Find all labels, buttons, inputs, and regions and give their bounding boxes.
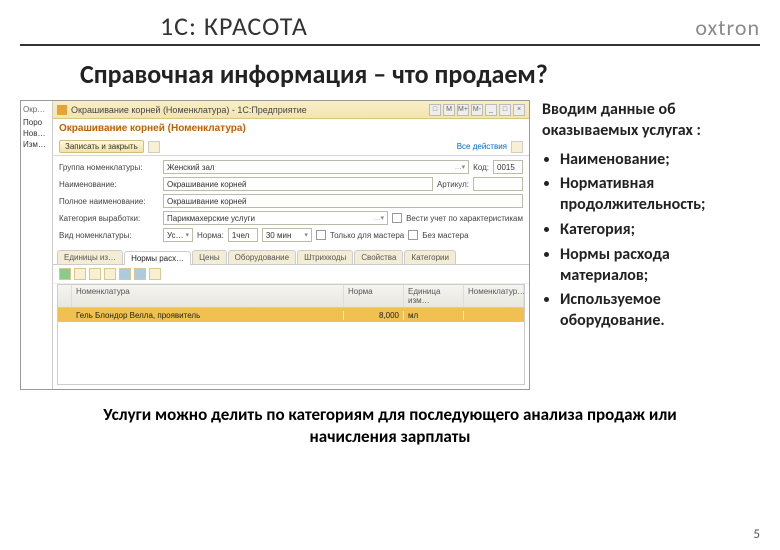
bullet: Нормативная продолжительность; bbox=[560, 174, 760, 216]
footer-note: Услуги можно делить по категориям для по… bbox=[60, 404, 720, 448]
group-input[interactable]: Женский зал…▾ bbox=[163, 160, 469, 174]
cell-unit: мл bbox=[404, 311, 464, 320]
master-only-checkbox[interactable] bbox=[316, 230, 326, 240]
help-icon[interactable] bbox=[511, 141, 523, 153]
norm-hours-input[interactable]: 1чел bbox=[228, 228, 258, 242]
col-marker bbox=[58, 285, 72, 307]
fullname-label: Полное наименование: bbox=[59, 197, 159, 206]
window-titlebar: Окрашивание корней (Номенклатура) - 1С:П… bbox=[53, 101, 529, 119]
tab-categories[interactable]: Категории bbox=[404, 250, 456, 264]
materials-grid[interactable]: Номенклатура Норма Единица изм… Номенкла… bbox=[57, 284, 525, 385]
mem-mplus-btn[interactable]: M+ bbox=[457, 104, 469, 116]
add-row-icon[interactable] bbox=[59, 268, 71, 280]
app-title: 1С: КРАСОТА bbox=[20, 10, 695, 42]
category-label: Категория выработки: bbox=[59, 214, 159, 223]
maximize-btn[interactable]: □ bbox=[499, 104, 511, 116]
fullname-input[interactable]: Окрашивание корней bbox=[163, 194, 523, 208]
tree-item[interactable]: Изм… bbox=[23, 140, 50, 149]
col-unit[interactable]: Единица изм… bbox=[404, 285, 464, 307]
tree-pane[interactable]: Окр… Поро Нов… Изм… bbox=[21, 101, 53, 389]
form-title: Окрашивание корней (Номенклатура) bbox=[53, 119, 529, 138]
copy-row-icon[interactable] bbox=[74, 268, 86, 280]
col-norm[interactable]: Норма bbox=[344, 285, 404, 307]
master-only-label: Только для мастера bbox=[330, 231, 404, 240]
form-toolbar: Записать и закрыть Все действия bbox=[53, 138, 529, 156]
name-input[interactable]: Окрашивание корней bbox=[163, 177, 433, 191]
tree-title: Окр… bbox=[23, 105, 50, 114]
tab-units[interactable]: Единицы из… bbox=[57, 250, 123, 264]
col-nomgroup[interactable]: Номенклатур… bbox=[464, 285, 524, 307]
move-down-icon[interactable] bbox=[134, 268, 146, 280]
code-label: Код: bbox=[473, 163, 489, 172]
norm-min-input[interactable]: 30 мин▾ bbox=[262, 228, 312, 242]
save-icon[interactable] bbox=[148, 141, 160, 153]
grid-row[interactable]: Гель Блондор Велла, проявитель 8,000 мл bbox=[58, 308, 524, 322]
mem-mminus-btn[interactable]: M- bbox=[471, 104, 483, 116]
cell-norm: 8,000 bbox=[344, 311, 404, 320]
bullet: Наименование; bbox=[560, 150, 760, 171]
tab-bar: Единицы из… Нормы расх… Цены Оборудовани… bbox=[53, 250, 529, 265]
slide-header: 1С: КРАСОТА oxtron bbox=[20, 10, 760, 46]
grid-toolbar bbox=[53, 265, 529, 284]
save-close-button[interactable]: Записать и закрыть bbox=[59, 140, 144, 153]
edit-row-icon[interactable] bbox=[89, 268, 101, 280]
without-master-label: Без мастера bbox=[422, 231, 468, 240]
logo-text: oxtron bbox=[695, 14, 760, 41]
close-btn[interactable]: × bbox=[513, 104, 525, 116]
app-screenshot: Окр… Поро Нов… Изм… Окрашивание корней (… bbox=[20, 100, 530, 390]
category-input[interactable]: Парикмахерские услуги…▾ bbox=[163, 211, 388, 225]
characteristics-label: Вести учет по характеристикам bbox=[406, 214, 523, 223]
vid-label: Вид номенклатуры: bbox=[59, 231, 159, 240]
delete-row-icon[interactable] bbox=[104, 268, 116, 280]
article-label: Артикул: bbox=[437, 180, 469, 189]
vid-input[interactable]: Ус…▾ bbox=[163, 228, 193, 242]
bullet: Категория; bbox=[560, 220, 760, 241]
group-label: Группа номенклатуры: bbox=[59, 163, 159, 172]
tab-barcodes[interactable]: Штрихкоды bbox=[297, 250, 353, 264]
tab-norms[interactable]: Нормы расх… bbox=[124, 251, 191, 265]
tab-prices[interactable]: Цены bbox=[192, 250, 227, 264]
side-intro: Вводим данные об оказываемых услугах : bbox=[542, 100, 760, 142]
move-up-icon[interactable] bbox=[119, 268, 131, 280]
norm-label: Норма: bbox=[197, 231, 224, 240]
without-master-checkbox[interactable] bbox=[408, 230, 418, 240]
article-input[interactable] bbox=[473, 177, 523, 191]
all-actions-link[interactable]: Все действия bbox=[457, 142, 507, 151]
tree-item[interactable]: Поро bbox=[23, 118, 50, 127]
bullet: Нормы расхода материалов; bbox=[560, 245, 760, 287]
tab-properties[interactable]: Свойства bbox=[354, 250, 403, 264]
find-icon[interactable] bbox=[149, 268, 161, 280]
tab-equipment[interactable]: Оборудование bbox=[228, 250, 296, 264]
name-label: Наименование: bbox=[59, 180, 159, 189]
mem-m-btn[interactable]: M bbox=[443, 104, 455, 116]
tree-item[interactable]: Нов… bbox=[23, 129, 50, 138]
minimize-btn[interactable]: _ bbox=[485, 104, 497, 116]
side-text: Вводим данные об оказываемых услугах : Н… bbox=[542, 100, 760, 390]
calc-icon[interactable]: □ bbox=[429, 104, 441, 116]
col-nomenclature[interactable]: Номенклатура bbox=[72, 285, 344, 307]
code-input[interactable]: 0015 bbox=[493, 160, 523, 174]
slide-subtitle: Справочная информация – что продаем? bbox=[80, 58, 760, 90]
app-icon bbox=[57, 105, 67, 115]
window-title: Окрашивание корней (Номенклатура) - 1С:П… bbox=[71, 105, 429, 115]
cell-nomenclature: Гель Блондор Велла, проявитель bbox=[72, 311, 344, 320]
characteristics-checkbox[interactable] bbox=[392, 213, 402, 223]
bullet: Используемое оборудование. bbox=[560, 290, 760, 332]
